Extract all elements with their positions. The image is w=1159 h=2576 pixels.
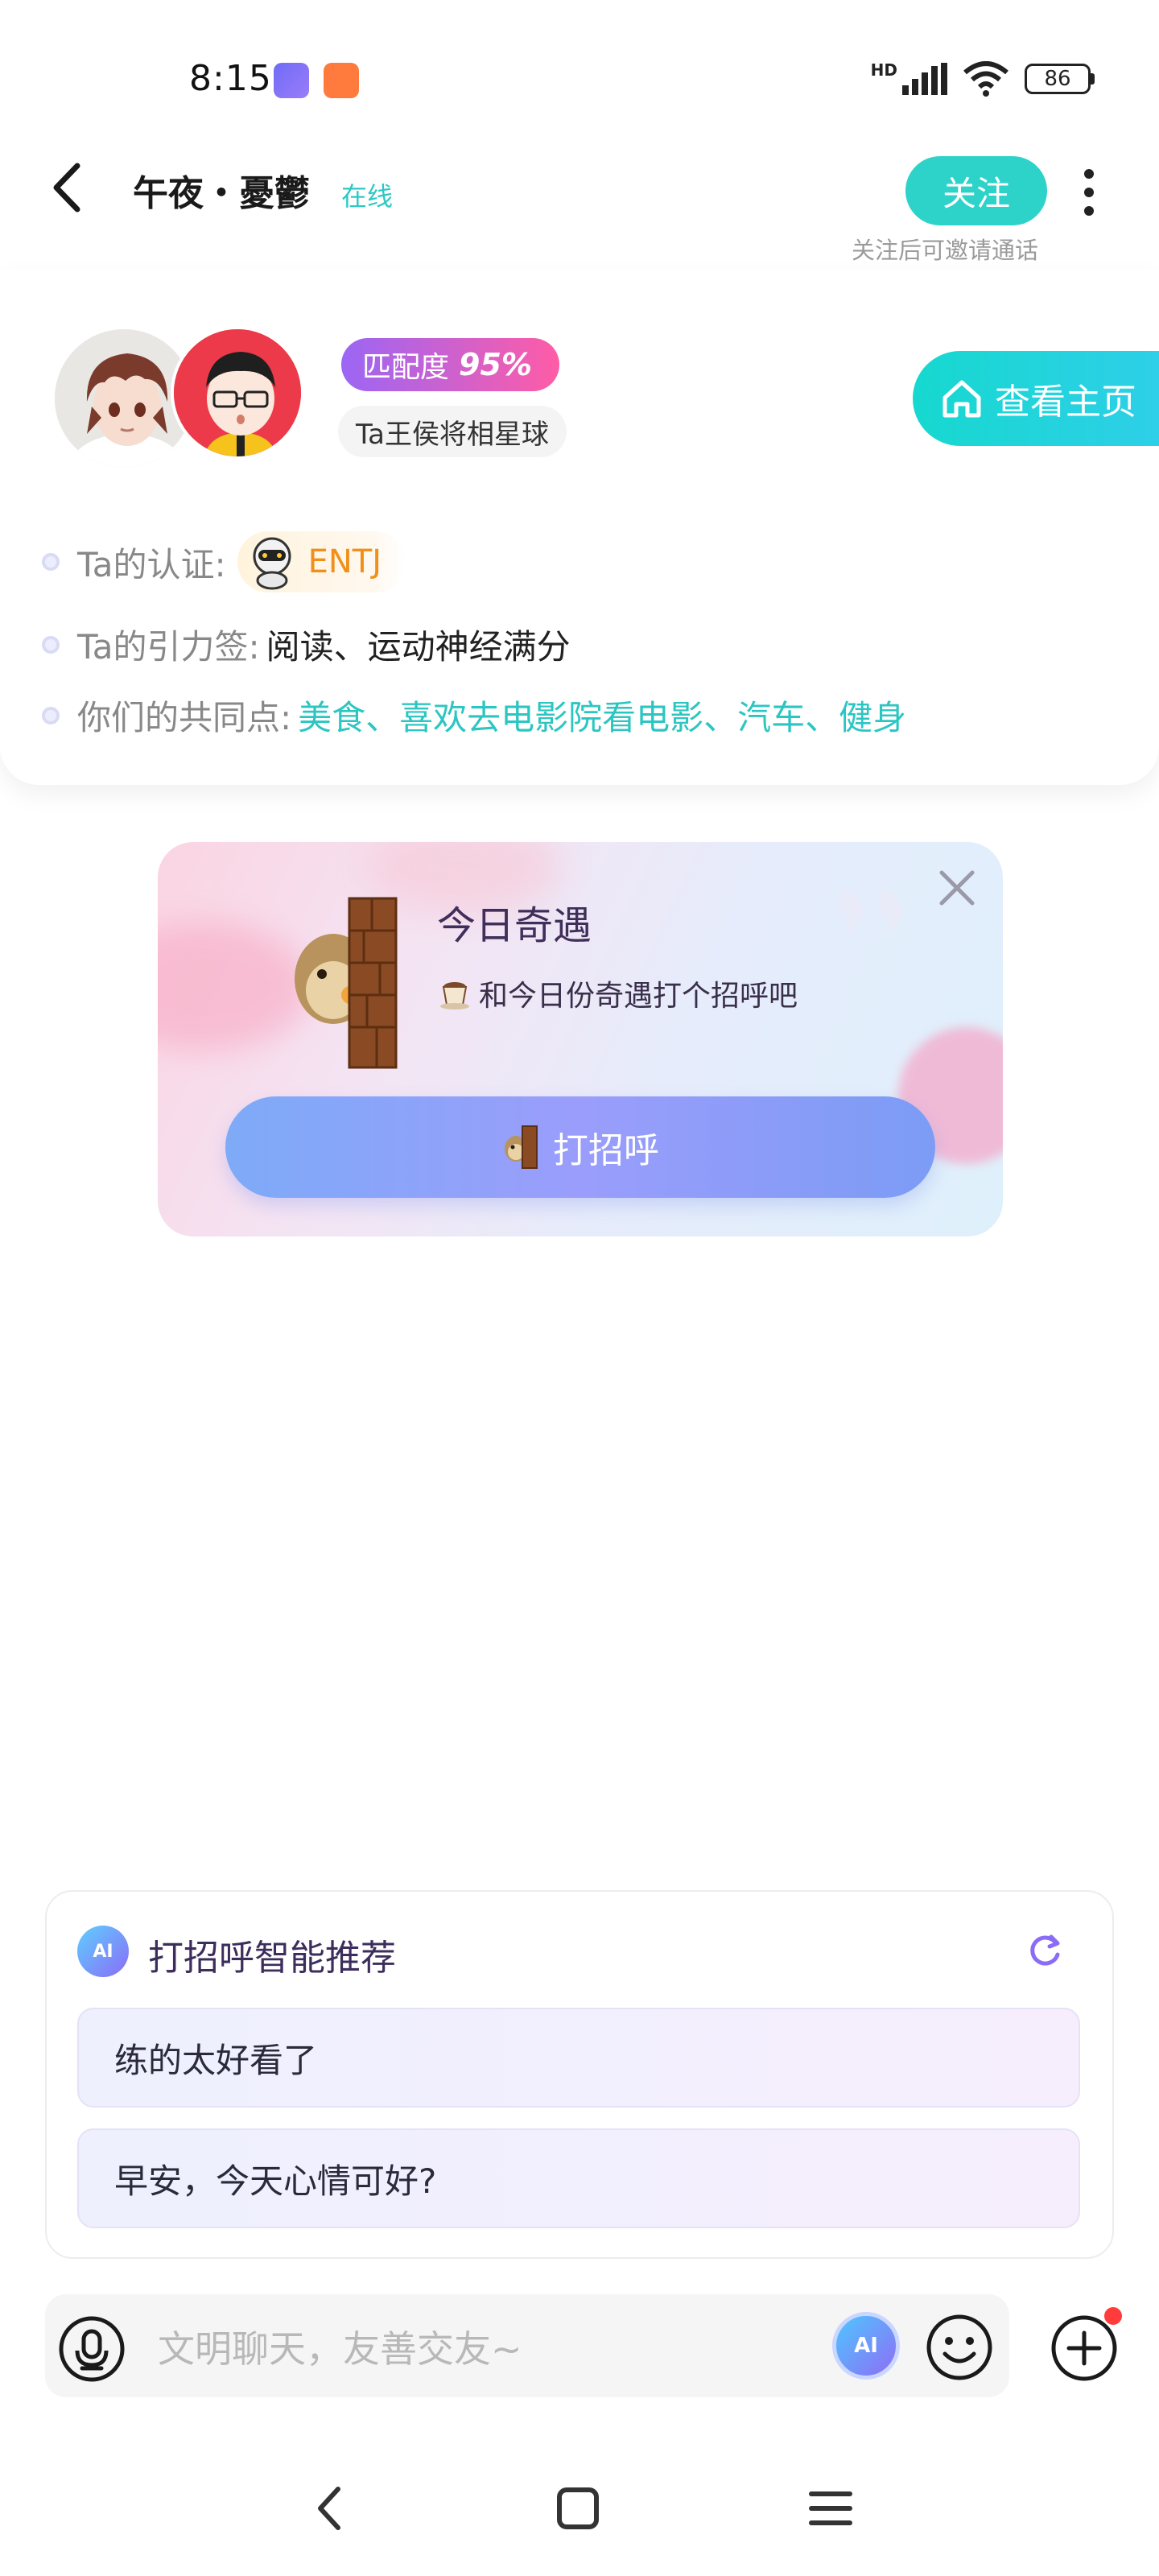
- more-dot-icon: [1084, 169, 1094, 179]
- battery-level: 86: [1025, 64, 1091, 94]
- chevron-left-icon: [53, 163, 80, 213]
- gravity-tags-row: Ta的引力签: 阅读、运动神经满分: [42, 620, 571, 669]
- bullet-dot-icon: [42, 635, 60, 654]
- menu-lines-icon: [809, 2491, 852, 2525]
- certification-label: Ta的认证:: [77, 544, 226, 584]
- peeking-hamster-icon: [295, 897, 398, 1069]
- close-encounter-button[interactable]: [935, 866, 979, 910]
- encounter-subtitle: 和今日份奇遇打个招呼吧: [479, 980, 798, 1013]
- gravity-tags-value: 阅读、运动神经满分: [266, 627, 571, 667]
- ai-bulb-icon: AI: [854, 2334, 878, 2358]
- back-button[interactable]: [47, 159, 87, 216]
- common-interests-label: 你们的共同点:: [77, 698, 292, 737]
- follow-button[interactable]: 关注: [905, 156, 1047, 225]
- close-icon: [939, 870, 975, 906]
- emoji-button[interactable]: [924, 2312, 995, 2383]
- more-dot-icon: [1084, 206, 1094, 216]
- say-hello-label: 打招呼: [553, 1130, 659, 1171]
- common-interests-row: 你们的共同点: 美食、喜欢去电影院看电影、汽车、健身: [42, 691, 906, 740]
- more-dot-icon: [1084, 188, 1094, 197]
- ai-assist-button[interactable]: AI: [832, 2312, 900, 2380]
- match-badge: 匹配度 95%: [341, 338, 559, 391]
- shopping-notification-icon: [324, 63, 359, 98]
- more-options-button[interactable]: [1077, 164, 1101, 221]
- planet-tag: Ta王侯将相星球: [338, 406, 567, 457]
- home-icon: [942, 380, 981, 418]
- refresh-icon: [1030, 1934, 1060, 1966]
- view-homepage-label: 查看主页: [995, 382, 1136, 423]
- match-percent: 95%: [459, 347, 532, 382]
- notification-dot: [1104, 2307, 1122, 2325]
- system-recents-button[interactable]: [808, 2489, 853, 2528]
- say-hello-button[interactable]: 打招呼: [225, 1096, 935, 1198]
- network-label: HD: [870, 60, 897, 80]
- message-input[interactable]: [158, 2318, 802, 2380]
- encounter-subtitle-row: 和今日份奇遇打个招呼吧: [437, 972, 798, 1014]
- ai-badge-text: AI: [93, 1941, 113, 1962]
- chat-partner-name: 午夜・憂鬱: [133, 173, 310, 214]
- peeking-hamster-icon: [505, 1125, 538, 1169]
- astronaut-icon: [253, 537, 291, 590]
- ai-bulb-icon: AI: [77, 1926, 129, 1977]
- suggestion-item[interactable]: 早安，今天心情可好?: [77, 2128, 1080, 2228]
- status-indicators: HD 86: [870, 60, 1095, 97]
- battery-icon: 86: [1025, 64, 1095, 94]
- cup-emoji-icon: [440, 982, 469, 1009]
- wifi-icon: [963, 61, 1008, 97]
- chevron-left-icon: [318, 2487, 340, 2530]
- suggestion-item[interactable]: 练的太好看了: [77, 2008, 1080, 2107]
- certification-row: Ta的认证: ENTJ: [42, 531, 406, 592]
- mbti-value: ENTJ: [307, 543, 382, 580]
- follow-hint: 关注后可邀请通话: [852, 237, 1039, 264]
- view-homepage-button[interactable]: 查看主页: [913, 351, 1159, 446]
- encounter-title: 今日奇遇: [437, 903, 592, 948]
- common-interests-value: 美食、喜欢去电影院看电影、汽车、健身: [298, 698, 907, 737]
- bullet-dot-icon: [42, 553, 60, 571]
- refresh-suggestions-button[interactable]: [1022, 1927, 1067, 1972]
- my-avatar[interactable]: [171, 326, 304, 460]
- square-home-icon: [557, 2487, 599, 2529]
- voice-input-button[interactable]: [58, 2315, 126, 2383]
- smiley-icon: [926, 2314, 992, 2380]
- bullet-dot-icon: [42, 706, 60, 724]
- system-home-button[interactable]: [555, 2486, 600, 2531]
- glasses-boy-avatar-icon: [174, 329, 301, 456]
- match-label: 匹配度: [362, 351, 450, 384]
- smart-greeting-title: 打招呼智能推荐: [148, 1938, 396, 1979]
- status-time: 8:15: [189, 58, 272, 99]
- quote-mark-icon: [839, 890, 903, 939]
- online-status: 在线: [341, 181, 394, 212]
- mbti-badge[interactable]: ENTJ: [237, 531, 406, 592]
- microphone-icon: [59, 2316, 125, 2382]
- system-back-button[interactable]: [306, 2483, 354, 2534]
- signal-icon: [902, 63, 947, 95]
- gravity-tags-label: Ta的引力签:: [77, 627, 260, 667]
- app-notification-icon: [274, 63, 309, 98]
